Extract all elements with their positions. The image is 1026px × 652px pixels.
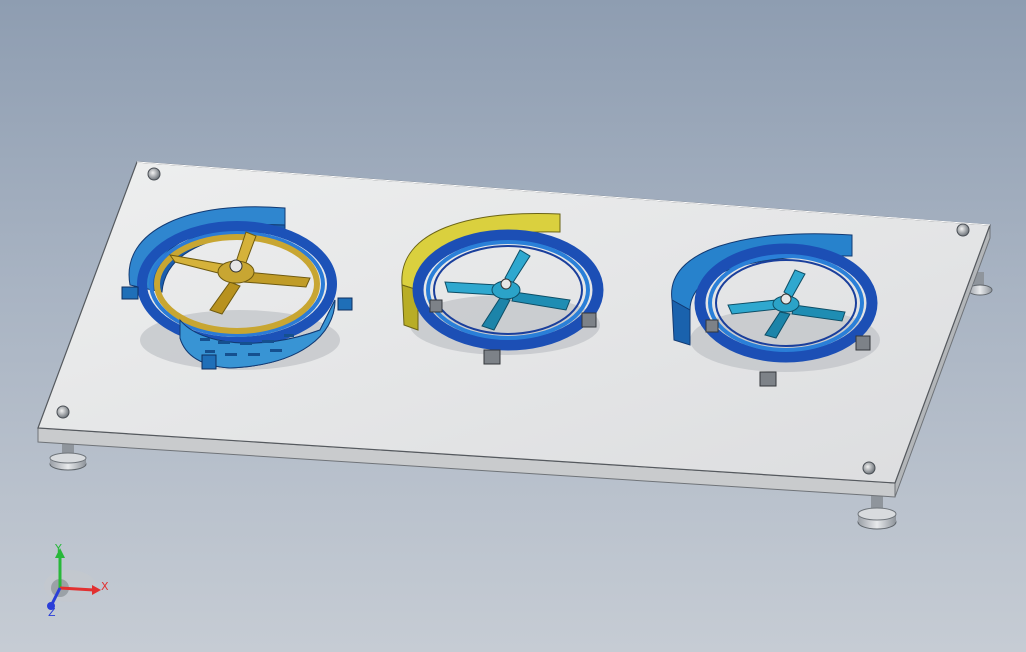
x-axis-label: X xyxy=(101,580,109,593)
cad-model-scene[interactable]: Y X Z xyxy=(0,0,1026,652)
foot-front-right xyxy=(857,494,897,530)
y-axis-label: Y xyxy=(54,542,62,555)
3d-viewport[interactable]: Y X Z xyxy=(0,0,1026,652)
coordinate-triad[interactable]: Y X Z xyxy=(44,542,109,619)
z-axis-label: Z xyxy=(48,606,56,619)
x-axis-line xyxy=(59,586,95,592)
